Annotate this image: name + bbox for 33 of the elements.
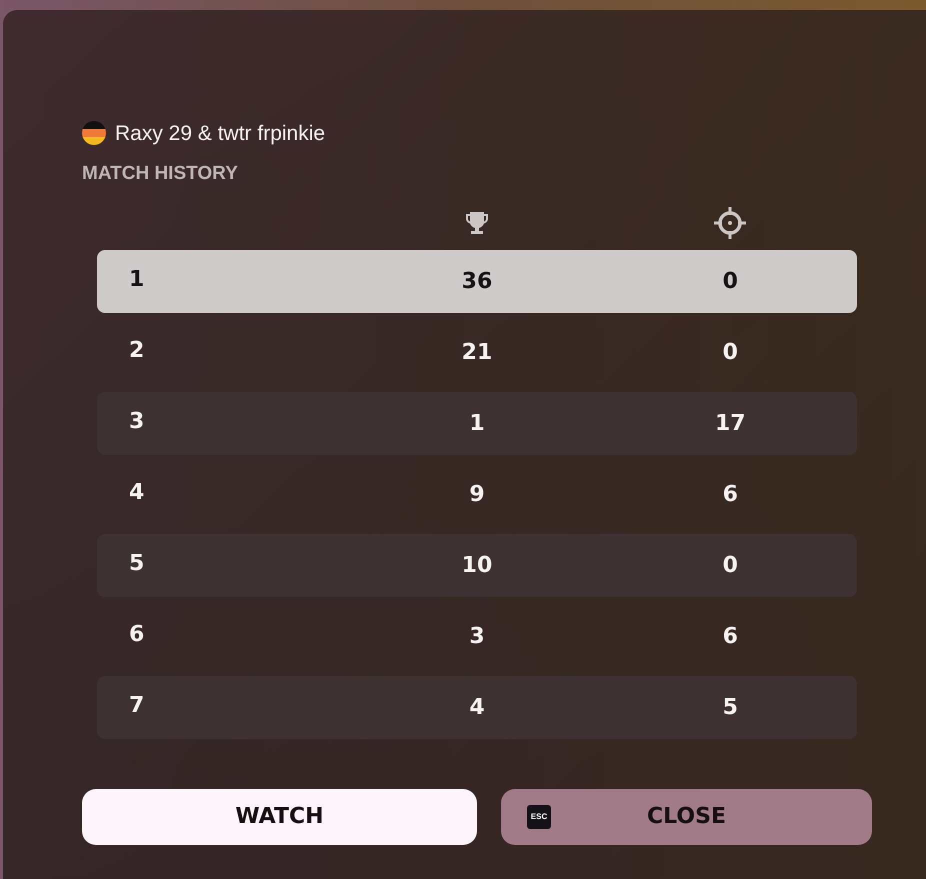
table-cell: 4: [469, 696, 485, 718]
table-cell: 3: [469, 626, 485, 648]
table-cell: 0: [722, 342, 738, 364]
table-cell: 0: [722, 554, 738, 576]
table-cell: 4: [129, 480, 144, 505]
table-cell: 1: [129, 267, 144, 292]
table-cell: 6: [722, 626, 738, 648]
section-title: MATCH HISTORY: [82, 163, 238, 184]
table-cell: 1: [469, 412, 485, 434]
trophy-icon: [464, 210, 490, 236]
table-cell: 0: [722, 270, 738, 292]
flag-icon: [82, 121, 106, 145]
table-cell: 2: [129, 338, 144, 363]
table-cell: 17: [715, 412, 746, 434]
table-cell: 9: [469, 484, 485, 506]
table-cell: 3: [129, 409, 144, 434]
table-row[interactable]: 5 10 0: [97, 534, 857, 597]
player-name: Raxy 29 & twtr frpinkie: [115, 122, 326, 144]
table-cell: 36: [462, 270, 492, 292]
close-button[interactable]: ESC CLOSE: [501, 789, 872, 845]
table-cell: 6: [129, 622, 144, 647]
table-cell: 7: [129, 693, 144, 718]
table-row[interactable]: 3 1 17: [97, 392, 857, 455]
table-cell: 5: [129, 551, 144, 576]
esc-key-hint: ESC: [527, 805, 551, 829]
table-cell: 21: [462, 342, 492, 364]
watch-button[interactable]: WATCH: [82, 789, 477, 845]
crosshair-icon: [714, 207, 746, 239]
table-cell: 6: [722, 484, 738, 506]
table-cell: 5: [722, 696, 738, 718]
table-row[interactable]: 1 36 0: [97, 250, 857, 313]
table-row[interactable]: 7 4 5: [97, 676, 857, 739]
table-cell: 10: [462, 554, 492, 576]
